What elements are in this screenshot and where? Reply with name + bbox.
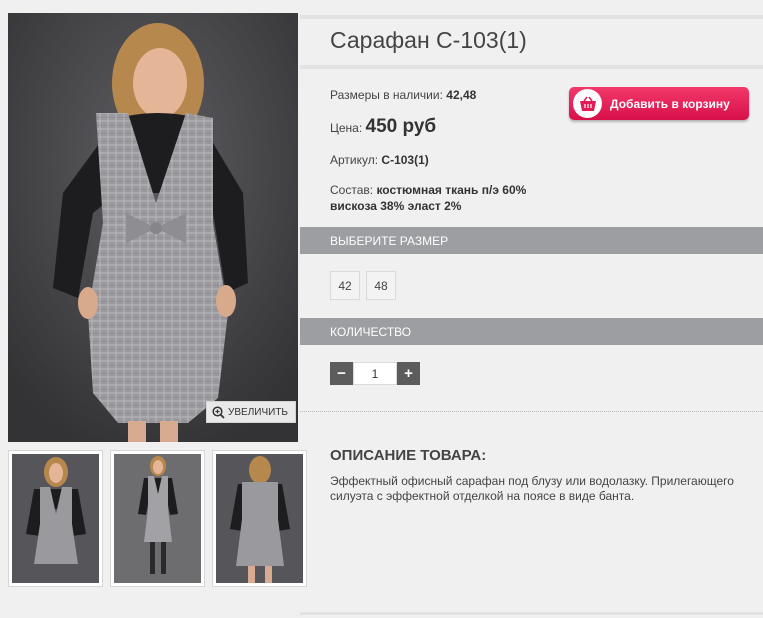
add-to-cart-label: Добавить в корзину: [610, 96, 730, 111]
title-top-rule: [300, 15, 763, 19]
thumbnail-2-image: [138, 456, 178, 574]
basket-icon: [579, 96, 596, 111]
sizes-available-value: 42,48: [446, 88, 477, 102]
title-bottom-rule: [300, 65, 763, 69]
sku-value: С-103(1): [381, 153, 429, 167]
bottom-rule: [300, 612, 763, 615]
add-to-cart-button[interactable]: Добавить в корзину: [569, 87, 749, 120]
thumbnail-2[interactable]: [110, 450, 205, 587]
section-divider: [300, 411, 763, 412]
description-title: ОПИСАНИЕ ТОВАРА:: [330, 447, 487, 464]
sizes-available-label: Размеры в наличии:: [330, 88, 443, 102]
zoom-button-label: УВЕЛИЧИТЬ: [228, 406, 288, 418]
composition-line-2: вискоза 38% эласт 2%: [330, 199, 462, 213]
main-product-photo[interactable]: УВЕЛИЧИТЬ: [8, 13, 298, 442]
thumbnail-3[interactable]: [212, 450, 307, 587]
composition-label: Состав:: [330, 183, 374, 197]
thumbnail-3-image: [230, 456, 290, 583]
zoom-button[interactable]: УВЕЛИЧИТЬ: [206, 401, 296, 423]
quantity-input[interactable]: [353, 362, 397, 385]
dress-photo-illustration: [8, 13, 298, 442]
product-title: Сарафан С-103(1): [330, 27, 527, 53]
composition-line-1: костюмная ткань п/э 60%: [376, 183, 527, 197]
sku: Артикул: С-103(1): [330, 153, 429, 167]
thumbnail-strip: [8, 450, 307, 587]
size-option-48[interactable]: 48: [366, 271, 396, 300]
basket-icon-circle: [573, 89, 602, 118]
price: Цена: 450 руб: [330, 116, 436, 138]
quantity-section-header: КОЛИЧЕСТВО: [300, 318, 763, 345]
sizes-available: Размеры в наличии: 42,48: [330, 88, 476, 102]
description-text: Эффектный офисный сарафан под блузу или …: [330, 474, 734, 503]
size-option-42[interactable]: 42: [330, 271, 360, 300]
composition: Состав: костюмная ткань п/э 60% вискоза …: [330, 182, 526, 214]
price-value: 450 руб: [365, 116, 437, 137]
thumbnail-1[interactable]: [8, 450, 103, 587]
thumbnail-1-image: [26, 457, 86, 564]
size-section-header: ВЫБЕРИТЕ РАЗМЕР: [300, 227, 763, 254]
quantity-decrease-button[interactable]: −: [330, 362, 353, 385]
sku-label: Артикул:: [330, 153, 379, 167]
zoom-in-icon: [212, 405, 225, 419]
quantity-increase-button[interactable]: +: [397, 362, 420, 385]
price-label: Цена:: [330, 121, 363, 135]
